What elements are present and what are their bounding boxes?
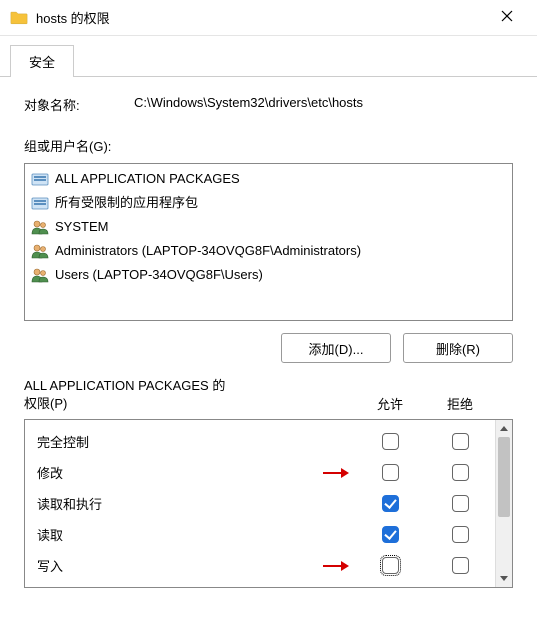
- permission-name: 写入: [37, 556, 355, 575]
- allow-checkbox[interactable]: [382, 526, 399, 543]
- permission-row: 写入: [25, 550, 495, 581]
- permission-cell-allow: [355, 495, 425, 512]
- scroll-up-button[interactable]: [496, 420, 512, 437]
- titlebar: hosts 的权限: [0, 0, 537, 36]
- close-icon: [501, 10, 513, 22]
- list-item-label: SYSTEM: [55, 217, 108, 237]
- package-icon: [31, 171, 49, 187]
- list-item-label: Users (LAPTOP-34OVQG8F\Users): [55, 265, 263, 285]
- list-item[interactable]: ALL APPLICATION PACKAGES: [25, 167, 512, 191]
- permission-name: 读取: [37, 525, 355, 544]
- allow-checkbox[interactable]: [382, 433, 399, 450]
- groups-label: 组或用户名(G):: [24, 136, 513, 155]
- users-icon: [31, 219, 49, 235]
- users-icon: [31, 243, 49, 259]
- chevron-down-icon: [500, 576, 508, 581]
- permissions-title: ALL APPLICATION PACKAGES 的 权限(P): [24, 377, 355, 413]
- permission-name: 读取和执行: [37, 494, 355, 513]
- allow-checkbox[interactable]: [382, 464, 399, 481]
- permission-cell-deny: [425, 495, 495, 512]
- list-item-label: 所有受限制的应用程序包: [55, 193, 198, 213]
- scroll-thumb[interactable]: [498, 437, 510, 517]
- scrollbar[interactable]: [495, 420, 512, 587]
- object-name-label: 对象名称:: [24, 95, 134, 114]
- deny-checkbox[interactable]: [452, 526, 469, 543]
- list-item[interactable]: Users (LAPTOP-34OVQG8F\Users): [25, 263, 512, 287]
- permission-cell-allow: [355, 526, 425, 543]
- permission-cell-allow: [355, 557, 425, 574]
- permission-cell-allow: [355, 433, 425, 450]
- permissions-header: ALL APPLICATION PACKAGES 的 权限(P) 允许 拒绝: [24, 377, 513, 413]
- tab-security[interactable]: 安全: [10, 45, 74, 77]
- close-button[interactable]: [487, 9, 527, 27]
- permissions-title-suffix: 权限(P): [24, 396, 67, 411]
- permission-cell-deny: [425, 526, 495, 543]
- column-header-allow: 允许: [355, 394, 425, 413]
- list-item-label: ALL APPLICATION PACKAGES: [55, 169, 240, 189]
- list-item[interactable]: 所有受限制的应用程序包: [25, 191, 512, 215]
- package-icon: [31, 195, 49, 211]
- list-item-label: Administrators (LAPTOP-34OVQG8F\Administ…: [55, 241, 361, 261]
- permission-row: 完全控制: [25, 426, 495, 457]
- remove-button[interactable]: 删除(R): [403, 333, 513, 363]
- object-name-value: C:\Windows\System32\drivers\etc\hosts: [134, 95, 363, 114]
- deny-checkbox[interactable]: [452, 495, 469, 512]
- scroll-track[interactable]: [496, 437, 512, 570]
- permission-name: 完全控制: [37, 432, 355, 451]
- chevron-up-icon: [500, 426, 508, 431]
- permission-cell-allow: [355, 464, 425, 481]
- list-item[interactable]: SYSTEM: [25, 215, 512, 239]
- users-icon: [31, 267, 49, 283]
- tab-strip: 安全: [10, 36, 537, 76]
- deny-checkbox[interactable]: [452, 557, 469, 574]
- window-title: hosts 的权限: [36, 8, 487, 27]
- permission-row: 读取: [25, 519, 495, 550]
- content-panel: 对象名称: C:\Windows\System32\drivers\etc\ho…: [0, 76, 537, 598]
- permission-row: 修改: [25, 457, 495, 488]
- permission-cell-deny: [425, 557, 495, 574]
- scroll-down-button[interactable]: [496, 570, 512, 587]
- permissions-list: 完全控制修改读取和执行读取写入: [24, 419, 513, 588]
- allow-checkbox[interactable]: [382, 557, 399, 574]
- column-header-deny: 拒绝: [425, 394, 495, 413]
- add-button[interactable]: 添加(D)...: [281, 333, 391, 363]
- deny-checkbox[interactable]: [452, 464, 469, 481]
- permission-cell-deny: [425, 464, 495, 481]
- folder-icon: [10, 10, 28, 25]
- group-listbox[interactable]: ALL APPLICATION PACKAGES 所有受限制的应用程序包 SYSTE…: [24, 163, 513, 321]
- group-button-row: 添加(D)... 删除(R): [24, 333, 513, 363]
- list-item[interactable]: Administrators (LAPTOP-34OVQG8F\Administ…: [25, 239, 512, 263]
- permission-cell-deny: [425, 433, 495, 450]
- permissions-title-prefix: ALL APPLICATION PACKAGES 的: [24, 378, 225, 393]
- allow-checkbox[interactable]: [382, 495, 399, 512]
- permission-row: 读取和执行: [25, 488, 495, 519]
- deny-checkbox[interactable]: [452, 433, 469, 450]
- permission-name: 修改: [37, 463, 355, 482]
- object-name-row: 对象名称: C:\Windows\System32\drivers\etc\ho…: [24, 95, 513, 114]
